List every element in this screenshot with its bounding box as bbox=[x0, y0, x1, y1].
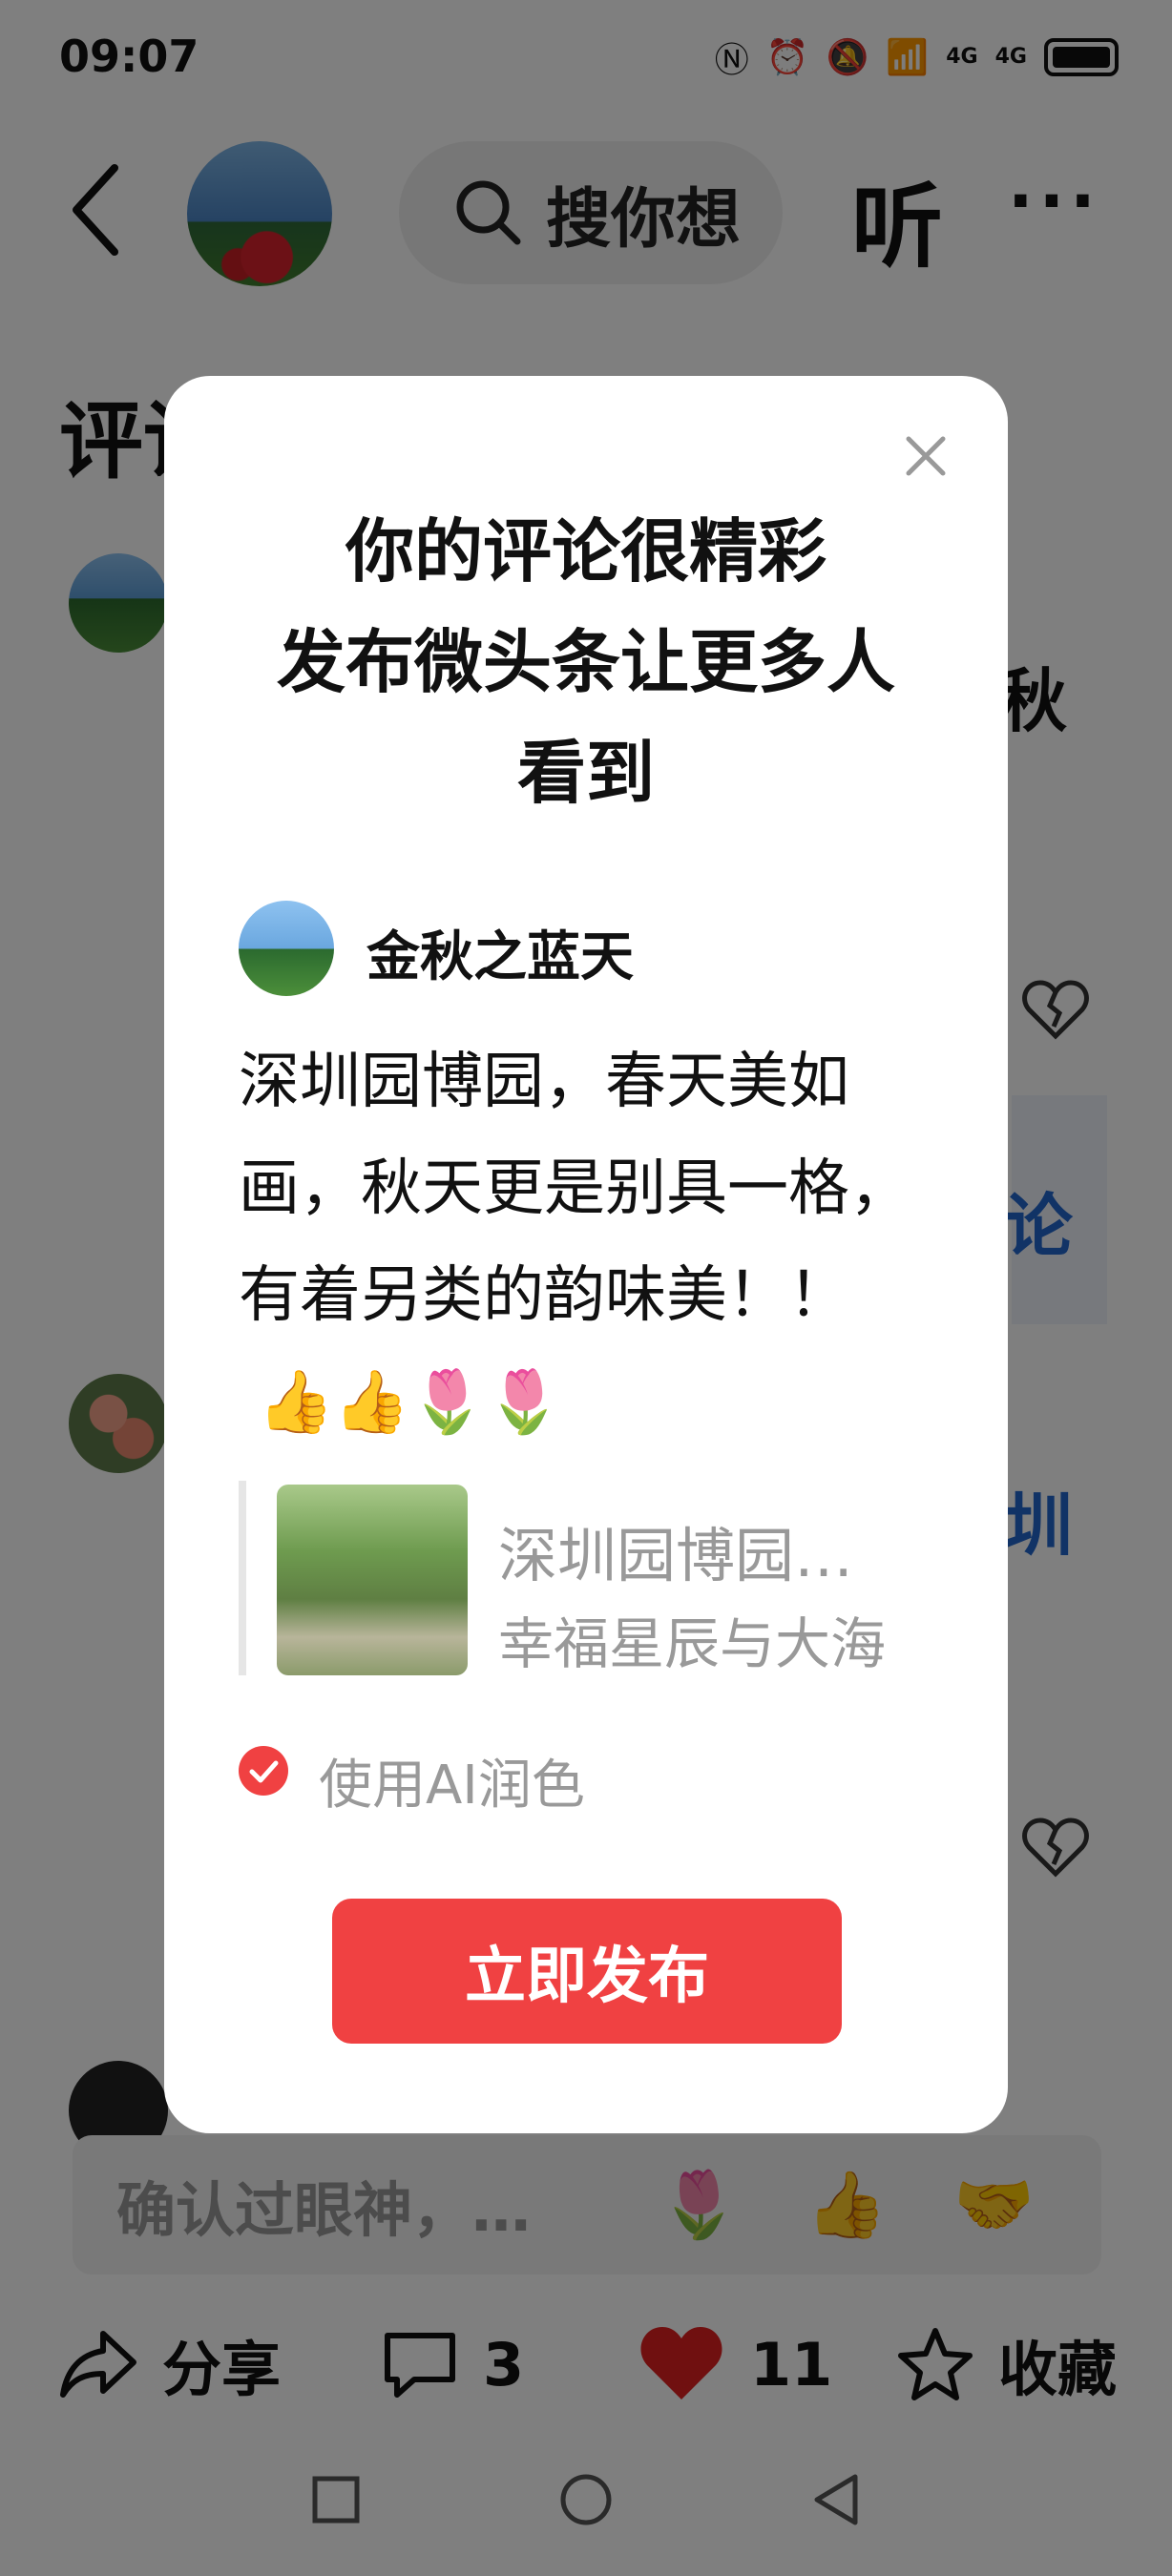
check-icon bbox=[249, 1760, 279, 1783]
dialog-title: 你的评论很精彩 发布微头条让更多人 看到 bbox=[164, 496, 1008, 828]
close-icon[interactable] bbox=[903, 433, 949, 479]
quoted-article-thumbnail bbox=[277, 1485, 468, 1675]
comment-text: 深圳园博园，春天美如画，秋天更是别具一格，有着另类的韵味美！！ bbox=[239, 1047, 910, 1331]
author-name: 金秋之蓝天 bbox=[366, 926, 634, 988]
quoted-article-title: 深圳园博园… bbox=[498, 1521, 854, 1590]
ai-polish-label[interactable]: 使用AI润色 bbox=[319, 1742, 585, 1819]
ai-polish-checkbox[interactable] bbox=[239, 1746, 288, 1796]
dialog-title-line-3: 看到 bbox=[516, 733, 655, 813]
quoted-article-author: 幸福星辰与大海 bbox=[498, 1611, 887, 1676]
comment-body: 深圳园博园，春天美如画，秋天更是别具一格，有着另类的韵味美！！ 👍👍🌷🌷 bbox=[239, 1028, 926, 1456]
dialog-title-line-1: 你的评论很精彩 bbox=[345, 511, 827, 592]
comment-emojis: 👍👍🌷🌷 bbox=[258, 1367, 562, 1438]
dialog-title-line-2: 发布微头条让更多人 bbox=[276, 622, 895, 702]
publish-button[interactable]: 立即发布 bbox=[332, 1899, 842, 2044]
author-avatar bbox=[239, 901, 334, 996]
